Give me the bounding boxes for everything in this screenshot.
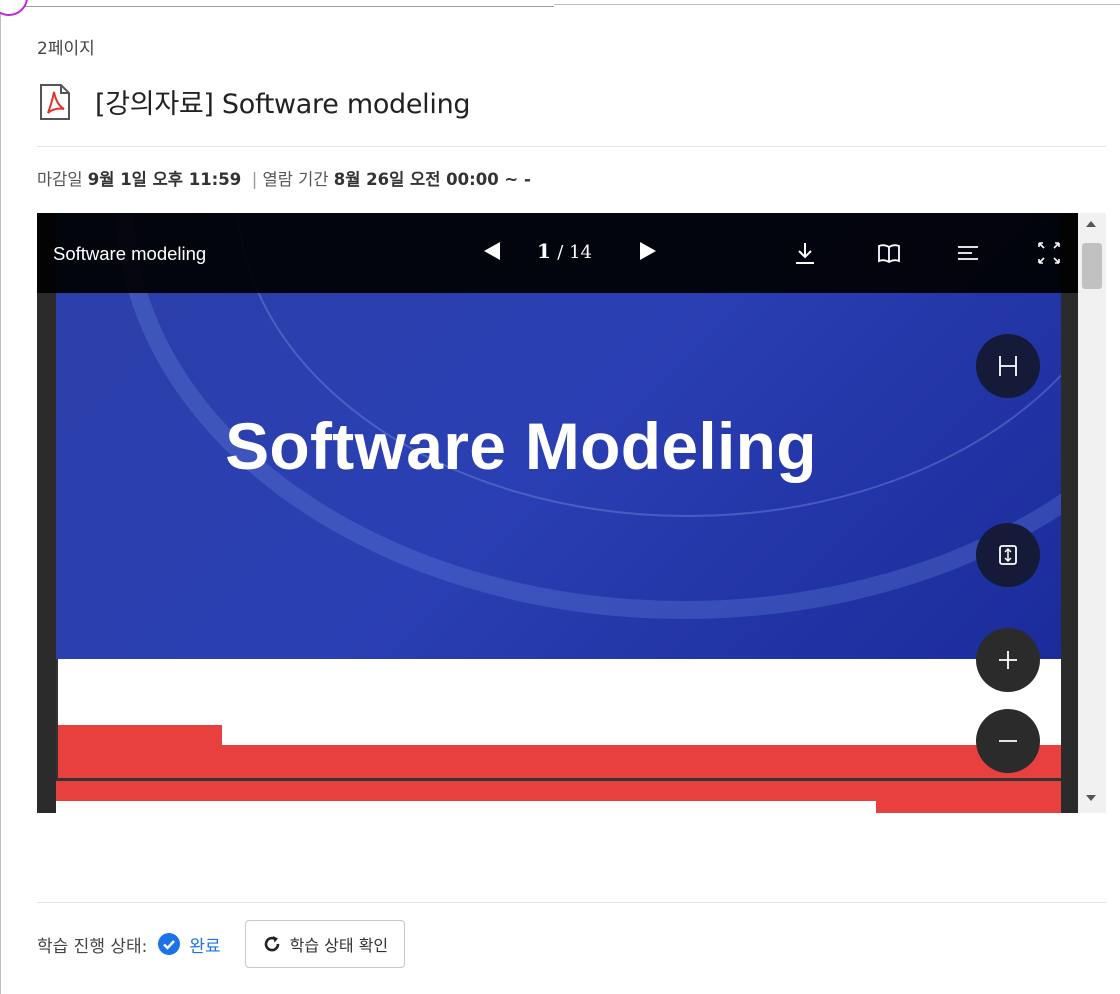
next-page-icon[interactable] <box>640 242 656 260</box>
pdf-viewer[interactable]: Software Modeling Software modeling 1 / … <box>37 213 1078 813</box>
next-page-red-band <box>56 781 1061 801</box>
document-meta: 마감일 9월 1일 오후 11:59 | 열람 기간 8월 26일 오전 00:… <box>37 166 531 190</box>
download-icon[interactable] <box>792 240 818 266</box>
check-status-button-label: 학습 상태 확인 <box>289 936 389 955</box>
page-indicator: 1 / 14 <box>537 239 592 263</box>
divider <box>37 146 1106 147</box>
slide-title: Software Modeling <box>225 409 817 483</box>
document-title: [강의자료] Software modeling <box>95 89 471 120</box>
document-title-row: [강의자료] Software modeling <box>37 82 471 121</box>
viewer-toolbar: Software modeling 1 / 14 <box>37 213 1078 293</box>
top-progress-bar <box>0 0 554 7</box>
divider <box>37 902 1106 903</box>
status-value: 완료 <box>189 936 221 957</box>
page-label: 2페이지 <box>37 39 95 59</box>
current-page[interactable]: 1 <box>537 239 551 263</box>
fit-width-icon <box>999 356 1017 376</box>
fullscreen-icon[interactable] <box>1036 240 1062 266</box>
meta-separator: | <box>251 170 258 189</box>
slide-edge <box>56 659 58 779</box>
deadline-value: 9월 1일 오후 11:59 <box>87 170 242 189</box>
scroll-down-icon[interactable] <box>1086 795 1096 801</box>
deadline-label: 마감일 <box>37 170 83 189</box>
total-pages: / 14 <box>557 242 592 263</box>
viewer-title: Software modeling <box>53 243 207 264</box>
page-left-border <box>0 0 1 994</box>
view-period-value: 8월 26일 오전 00:00 ~ - <box>333 170 531 189</box>
next-page-white <box>56 801 876 813</box>
zoom-out-icon <box>999 740 1017 742</box>
slide-page: Software Modeling <box>56 213 1061 813</box>
slide-red-band <box>56 745 1061 780</box>
fit-height-icon <box>999 545 1017 565</box>
zoom-in-button[interactable] <box>976 628 1040 692</box>
scroll-up-icon[interactable] <box>1086 221 1096 227</box>
zoom-in-icon <box>999 651 1017 669</box>
fit-width-button[interactable] <box>976 334 1040 398</box>
pdf-icon <box>40 83 70 120</box>
status-label: 학습 진행 상태: <box>37 936 148 957</box>
top-divider <box>554 4 1120 5</box>
check-circle-icon <box>158 933 181 955</box>
view-period-label: 열람 기간 <box>262 170 329 189</box>
fit-height-button[interactable] <box>976 523 1040 587</box>
corner-badge <box>0 0 28 16</box>
next-page-red-block <box>876 801 1061 813</box>
learning-status-row: 학습 진행 상태: 완료 학습 상태 확인 <box>37 920 406 968</box>
book-icon[interactable] <box>876 240 902 266</box>
scroll-thumb[interactable] <box>1082 243 1102 289</box>
check-status-button[interactable]: 학습 상태 확인 <box>244 920 406 968</box>
viewer-scrollbar[interactable] <box>1078 213 1106 813</box>
menu-icon[interactable] <box>955 240 981 266</box>
prev-page-icon[interactable] <box>484 242 500 260</box>
zoom-out-button[interactable] <box>976 709 1040 773</box>
refresh-icon <box>264 936 279 952</box>
